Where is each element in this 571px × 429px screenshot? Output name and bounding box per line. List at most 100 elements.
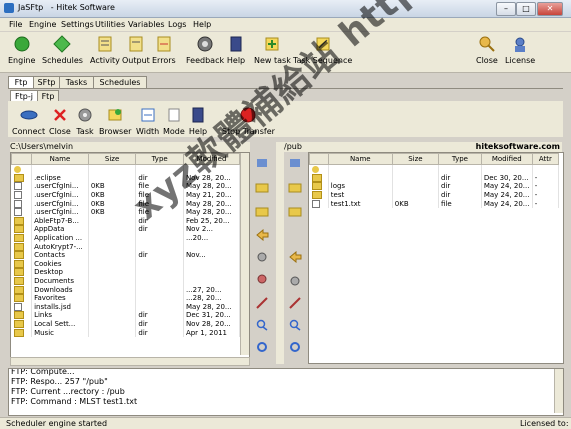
remote-new-folder-icon[interactable]: [288, 205, 302, 217]
remote-path-bar: /pub hiteksoftware.com: [284, 142, 562, 152]
mode-button[interactable]: Mode: [163, 105, 185, 136]
local-scrollbar[interactable]: [240, 153, 249, 355]
refresh-icon[interactable]: [255, 157, 269, 169]
folder-icon[interactable]: [255, 181, 269, 193]
local-row[interactable]: AutoKrypt7-...: [11, 242, 241, 251]
menu-utilities[interactable]: Utilities: [95, 20, 125, 29]
remote-col-name[interactable]: Name: [327, 153, 393, 165]
remote-cell-size: [392, 164, 440, 174]
feedback-button[interactable]: Feedback: [186, 34, 224, 65]
width-button[interactable]: Width: [136, 105, 159, 136]
local-cell-size: [88, 233, 137, 243]
maximize-button[interactable]: □: [516, 2, 536, 16]
browser-button[interactable]: Browser: [99, 105, 131, 136]
errors-button[interactable]: Errors: [152, 34, 176, 65]
local-hscrollbar[interactable]: [10, 357, 250, 366]
local-row[interactable]: Desktop: [11, 268, 241, 277]
menu-settings[interactable]: Settings: [61, 20, 94, 29]
local-row[interactable]: Downloads ...27, 20...: [11, 285, 241, 294]
menu-file[interactable]: File: [9, 20, 22, 29]
license-button[interactable]: License: [505, 34, 535, 65]
upload-arrow-icon[interactable]: [255, 228, 269, 242]
local-cell-name: AppData: [31, 225, 89, 234]
help-button[interactable]: Help: [226, 34, 246, 65]
window-close-button[interactable]: ✕: [537, 2, 563, 16]
local-col-name[interactable]: Name: [31, 153, 89, 165]
download-arrow-icon[interactable]: [288, 250, 302, 264]
feedback-icon: [195, 34, 215, 54]
local-cell-modified: Nov 28, 20...: [183, 319, 241, 329]
local-row[interactable]: AbleFtp7-B... dir Feb 25, 20...: [11, 216, 241, 226]
menu-variables[interactable]: Variables: [128, 20, 165, 29]
minimize-button[interactable]: –: [496, 2, 516, 16]
pane-splitter[interactable]: [276, 142, 284, 364]
close-session-button[interactable]: Close: [49, 105, 71, 136]
remote-row[interactable]: test dir May 24, 20... -: [309, 190, 560, 200]
remote-col-type[interactable]: Type: [438, 153, 482, 165]
help-icon: [226, 34, 246, 54]
output-button[interactable]: Output: [122, 34, 150, 65]
task-button[interactable]: Task: [75, 105, 95, 136]
tab-schedules[interactable]: Schedules: [93, 76, 147, 88]
menu-engine[interactable]: Engine: [29, 20, 56, 29]
title-bar: JaSFtp - Hitek Software – □ ✕: [0, 0, 571, 18]
remote-folder-icon[interactable]: [288, 181, 302, 193]
browser-icon: [105, 105, 125, 125]
local-row[interactable]: AppData dir Nov 2...: [11, 225, 241, 234]
close-button[interactable]: Close: [476, 34, 498, 65]
new-folder-icon[interactable]: [255, 205, 269, 217]
local-cell-modified: ...28, 20...: [183, 293, 241, 303]
remote-row[interactable]: logs dir May 24, 20... -: [309, 182, 560, 191]
remote-edit-pencil-icon[interactable]: [288, 297, 302, 309]
local-col-size[interactable]: Size: [87, 153, 137, 165]
remote-col-modified[interactable]: Modified: [480, 153, 533, 165]
settings-gear-icon[interactable]: [255, 251, 269, 263]
remote-cell-attr: -: [532, 173, 560, 183]
schedules-button[interactable]: Schedules: [42, 34, 83, 65]
remote-col-attr[interactable]: Attr: [531, 153, 560, 165]
file-icon: [13, 208, 22, 217]
remote-row[interactable]: dir Dec 30, 20... -: [309, 173, 560, 183]
local-cell-modified: May 28, 20...: [183, 199, 241, 208]
tab-sftp[interactable]: SFtp: [33, 76, 60, 88]
local-row[interactable]: .userCfgIni... 0KB file May 28, 20...: [11, 207, 241, 217]
local-row[interactable]: Local Sett... dir Nov 28, 20...: [11, 319, 241, 329]
local-row[interactable]: Documents: [11, 276, 241, 286]
folder-icon: [13, 251, 24, 260]
sync-icon[interactable]: [255, 341, 269, 353]
menu-logs[interactable]: Logs: [168, 20, 186, 29]
local-row[interactable]: installs.jsd May 28, 20...: [11, 302, 241, 312]
remote-col-size[interactable]: Size: [391, 153, 440, 165]
remote-refresh-icon[interactable]: [288, 157, 302, 169]
engine-button[interactable]: Engine: [8, 34, 35, 65]
menu-help[interactable]: Help: [193, 20, 211, 29]
remote-sync-icon[interactable]: [288, 341, 302, 353]
log-scrollbar[interactable]: [554, 369, 563, 413]
log-line: FTP: Respo... 257 "/pub": [11, 377, 108, 386]
remote-settings-gear-icon[interactable]: [288, 275, 302, 287]
remote-row[interactable]: test1.txt 0KB file May 24, 20... -: [309, 199, 560, 208]
remote-search-icon[interactable]: [288, 319, 302, 331]
license-status: Licensed to:: [520, 419, 569, 428]
local-cell-size: [88, 302, 137, 312]
log-panel[interactable]: FTP: Compute... FTP: Respo... 257 "/pub"…: [8, 368, 564, 416]
local-row[interactable]: Links dir Dec 31, 20...: [11, 311, 241, 320]
edit-pencil-icon[interactable]: [255, 297, 269, 309]
remote-cell-name: [328, 164, 393, 174]
tab-ftp[interactable]: Ftp: [8, 76, 34, 88]
connect-button[interactable]: Connect: [12, 105, 45, 136]
tab-tasks[interactable]: Tasks: [59, 76, 94, 88]
view-icon[interactable]: [255, 273, 269, 285]
remote-row[interactable]: [309, 164, 560, 174]
activity-button[interactable]: Activity: [90, 34, 120, 65]
local-row[interactable]: Application ... ...20...: [11, 233, 241, 243]
local-row[interactable]: Contacts dir Nov...: [11, 250, 241, 260]
local-row[interactable]: .userCfgIni... 0KB file May 28, 20...: [11, 199, 241, 208]
local-row[interactable]: Music dir Apr 1, 2011: [11, 328, 241, 337]
local-cell-name: Application ...: [31, 233, 89, 243]
local-row[interactable]: Favorites ...28, 20...: [11, 293, 241, 303]
local-cell-name: Links: [31, 311, 89, 320]
local-cell-size: [88, 225, 137, 234]
search-icon[interactable]: [255, 319, 269, 331]
local-row[interactable]: Cookies: [11, 259, 241, 269]
